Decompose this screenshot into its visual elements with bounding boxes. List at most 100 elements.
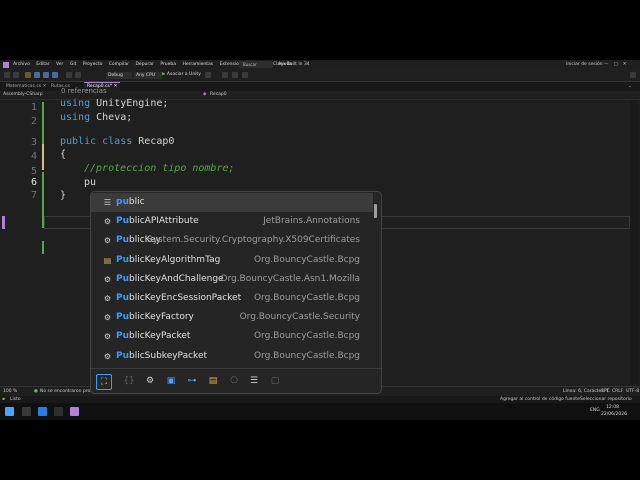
class-icon: ⚙ bbox=[103, 351, 112, 361]
configuration-select[interactable]: Debug bbox=[106, 71, 132, 79]
change-marker bbox=[42, 102, 44, 144]
completion-item[interactable]: ⚙ PublicSubkeyPacket Org.BouncyCastle.Bcpg bbox=[91, 347, 373, 366]
completion-rest: blicKeyAndChallenge bbox=[129, 273, 224, 284]
taskbar-search-icon[interactable] bbox=[22, 407, 31, 416]
class-icon: ⚙ bbox=[103, 236, 112, 246]
code-line-5-comment: //proteccion tipo nombre; bbox=[84, 163, 235, 174]
code-text: Recap0 bbox=[132, 136, 175, 147]
keyword-filter-icon[interactable]: ☰ bbox=[247, 374, 261, 388]
forward-icon[interactable] bbox=[13, 72, 19, 78]
enum-filter-icon[interactable]: ▤ bbox=[206, 374, 220, 388]
completion-label: PublicKeyPacket bbox=[116, 327, 190, 346]
completion-namespace: Org.BouncyCastle.Asn1.Mozilla bbox=[220, 273, 360, 284]
back-icon[interactable] bbox=[4, 72, 10, 78]
taskbar-app-icon[interactable] bbox=[38, 407, 47, 416]
input-language[interactable]: ENG bbox=[590, 408, 600, 413]
line-number: 5 bbox=[30, 166, 37, 177]
menu-ver[interactable]: Ver bbox=[56, 62, 63, 67]
title-bar: Archivo Editar Ver Git Proyecto Compilar… bbox=[0, 60, 640, 69]
namespace-filter-icon[interactable]: {} bbox=[122, 374, 136, 388]
codelens-references[interactable]: 0 referencias bbox=[61, 87, 107, 95]
save-all-icon[interactable] bbox=[52, 72, 58, 78]
clock-time[interactable]: 12:08 bbox=[606, 405, 619, 410]
toolbar-tool-icon[interactable] bbox=[232, 72, 238, 78]
line-number: 1 bbox=[30, 102, 37, 113]
completion-rest: blic bbox=[128, 197, 145, 207]
source-control-add[interactable]: Agregar al control de código fuente bbox=[500, 396, 580, 403]
line-ending[interactable]: CRLF bbox=[612, 387, 623, 396]
zoom-level[interactable]: 100 % bbox=[3, 387, 17, 396]
completion-item[interactable]: ⚙ PublicAPIAttribute JetBrains.Annotations bbox=[91, 212, 373, 231]
code-text: Cheva; bbox=[90, 112, 133, 123]
completion-match: Pu bbox=[116, 312, 130, 323]
code-line-6-typing[interactable]: pu bbox=[84, 177, 96, 188]
snippet-filter-icon[interactable]: ▢ bbox=[268, 374, 282, 388]
undo-icon[interactable] bbox=[66, 72, 72, 78]
editor-scrollbar[interactable] bbox=[630, 100, 639, 386]
current-line-marker bbox=[2, 216, 5, 229]
feedback-icon[interactable] bbox=[630, 72, 636, 78]
search-box[interactable]: Buscar bbox=[239, 61, 273, 68]
taskbar-app-icon[interactable] bbox=[54, 407, 63, 416]
menu-archivo[interactable]: Archivo bbox=[13, 62, 30, 67]
attach-unity-button[interactable]: ▶ Asociar a Unity bbox=[162, 71, 201, 79]
sign-in-link[interactable]: Iniciar de sesión bbox=[566, 60, 603, 69]
code-line-2: using Cheva; bbox=[60, 112, 132, 123]
debug-options-icon[interactable] bbox=[205, 72, 211, 78]
completion-item[interactable]: ⚙ PublicKeyEncSessionPacket Org.BouncyCast… bbox=[91, 289, 373, 308]
completion-rest: blicSubkeyPacket bbox=[129, 350, 208, 361]
struct-filter-icon[interactable]: ▣ bbox=[164, 374, 178, 388]
visual-studio-taskbar-icon[interactable] bbox=[70, 407, 79, 416]
indent-mode[interactable]: SPC bbox=[601, 387, 610, 396]
menu-compilar[interactable]: Compilar bbox=[109, 62, 129, 67]
completion-item[interactable]: ⚙ PublicKeyPacket Org.BouncyCastle.Bcpg bbox=[91, 327, 373, 346]
completion-label: PublicKeyEncSessionPacket bbox=[116, 289, 241, 308]
window-controls[interactable]: —▢✕ bbox=[604, 60, 632, 69]
enum-icon: ▤ bbox=[103, 255, 112, 265]
toolbar-tool-icon[interactable] bbox=[242, 72, 248, 78]
interface-filter-icon[interactable]: ⊶ bbox=[185, 374, 199, 388]
completion-item[interactable]: ⚙ PublicKeyFactory Org.BouncyCastle.Securi… bbox=[91, 308, 373, 327]
type-dropdown[interactable]: Recap0 bbox=[210, 91, 227, 99]
completion-item[interactable]: ☰ public bbox=[91, 193, 373, 212]
menu-depurar[interactable]: Depurar bbox=[135, 62, 153, 67]
file-encoding[interactable]: UTF-8 bbox=[626, 387, 639, 396]
code-line-4: { bbox=[60, 149, 67, 160]
save-icon[interactable] bbox=[43, 72, 49, 78]
toolbar: Debug Any CPU ▶ Asociar a Unity bbox=[0, 69, 640, 82]
platform-select[interactable]: Any CPU bbox=[134, 71, 162, 79]
menu-herramientas[interactable]: Herramientas bbox=[182, 62, 213, 67]
completion-item[interactable]: ⚙ PublicKeyAndChallenge Org.BouncyCastle.A… bbox=[91, 270, 373, 289]
menu-git[interactable]: Git bbox=[70, 62, 77, 67]
menu-proyecto[interactable]: Proyecto bbox=[83, 62, 103, 67]
new-item-icon[interactable] bbox=[25, 72, 31, 78]
completion-item[interactable]: ▤ PublicKeyAlgorithmTag Org.BouncyCastle.B… bbox=[91, 251, 373, 270]
menu-editar[interactable]: Editar bbox=[36, 62, 49, 67]
windows-start-icon[interactable] bbox=[5, 407, 14, 416]
class-icon: ⚙ bbox=[103, 217, 112, 227]
open-icon[interactable] bbox=[34, 72, 40, 78]
completion-item[interactable]: ⚙ PublicKey System.Security.Cryptography.X… bbox=[91, 231, 373, 250]
select-repository[interactable]: Seleccionar repositorio bbox=[580, 396, 632, 403]
tab-matematicas[interactable]: Matematicas.cs ✕ bbox=[3, 82, 49, 91]
completion-scrollbar[interactable] bbox=[374, 204, 377, 218]
toolbar-tool-icon[interactable] bbox=[222, 72, 228, 78]
completion-match: Pu bbox=[116, 350, 130, 361]
ready-status: Listo bbox=[10, 397, 21, 402]
class-filter-icon[interactable]: ⚙ bbox=[143, 374, 157, 388]
expand-filter-icon[interactable]: ⛶ bbox=[96, 374, 112, 390]
completion-rest: blicKeyEncSessionPacket bbox=[129, 293, 242, 303]
delegate-filter-icon[interactable]: ⎔ bbox=[227, 374, 241, 388]
clock-date[interactable]: 22/06/2026 bbox=[601, 412, 627, 417]
project-dropdown[interactable]: Assembly-CSharp bbox=[3, 91, 43, 99]
vs-status-strip: ▪ Listo Agregar al control de código fue… bbox=[0, 396, 640, 403]
menu-prueba[interactable]: Prueba bbox=[160, 62, 176, 67]
intellisense-completion-list[interactable]: ☰ public ⚙ PublicAPIAttribute JetBrains.Anno… bbox=[90, 191, 382, 394]
redo-icon[interactable] bbox=[75, 72, 81, 78]
completion-rest: blicKeyAlgorithmTag bbox=[129, 254, 221, 265]
line-number: 4 bbox=[30, 151, 37, 162]
completion-namespace: System.Security.Cryptography.X509Certifi… bbox=[146, 235, 360, 246]
completion-label: PublicKeyAlgorithmTag bbox=[116, 251, 220, 270]
tab-list-chevron-icon[interactable]: ⌄ bbox=[628, 82, 632, 91]
completion-match: Pu bbox=[116, 235, 130, 246]
